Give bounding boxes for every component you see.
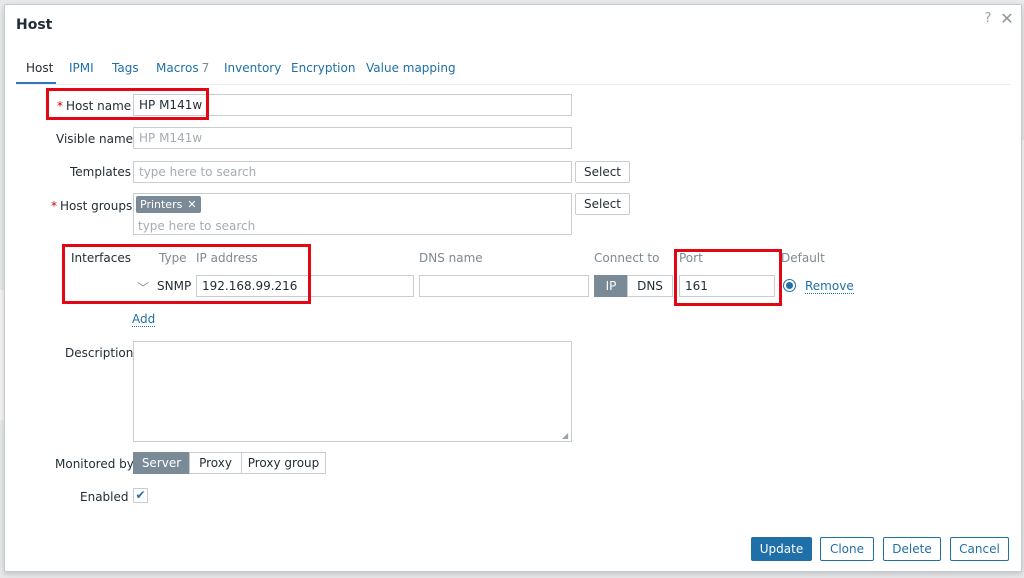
host-group-tag: Printers ✕ bbox=[136, 196, 201, 213]
macros-count: 7 bbox=[201, 61, 210, 75]
delete-button[interactable]: Delete bbox=[883, 537, 941, 561]
enabled-checkbox[interactable]: ✔ bbox=[133, 488, 148, 503]
host-dialog: Host ? ✕ Host IPMI Tags Macros 7 Inventor… bbox=[4, 4, 1022, 572]
default-interface-radio[interactable] bbox=[783, 279, 796, 292]
add-interface-link[interactable]: Add bbox=[132, 312, 156, 327]
tab-macros[interactable]: Macros 7 bbox=[156, 61, 209, 75]
monitored-by-proxy-group[interactable]: Proxy group bbox=[241, 452, 326, 474]
description-textarea[interactable] bbox=[133, 341, 572, 442]
highlight-interfaces bbox=[62, 244, 311, 304]
monitored-by-server[interactable]: Server bbox=[133, 452, 190, 474]
col-default: Default bbox=[781, 251, 825, 265]
host-groups-label: * Host groups bbox=[51, 199, 133, 213]
tab-host[interactable]: Host bbox=[26, 61, 53, 75]
remove-interface-link[interactable]: Remove bbox=[805, 279, 854, 294]
tab-ipmi[interactable]: IPMI bbox=[69, 61, 94, 75]
cancel-button[interactable]: Cancel bbox=[950, 537, 1009, 561]
tab-tags[interactable]: Tags bbox=[112, 61, 139, 75]
tab-inventory[interactable]: Inventory bbox=[224, 61, 281, 75]
connect-dns-button[interactable]: DNS bbox=[627, 275, 673, 297]
tab-value-mapping[interactable]: Value mapping bbox=[366, 61, 456, 75]
templates-input[interactable]: type here to search bbox=[133, 161, 572, 183]
host-groups-select-button[interactable]: Select bbox=[575, 193, 630, 215]
connect-ip-button[interactable]: IP bbox=[594, 275, 628, 297]
help-icon[interactable]: ? bbox=[981, 11, 995, 26]
highlight-host-name bbox=[46, 88, 209, 120]
description-label: Description bbox=[65, 346, 134, 360]
templates-select-button[interactable]: Select bbox=[575, 161, 630, 183]
visible-name-label: Visible name bbox=[56, 132, 134, 146]
col-connect-to: Connect to bbox=[594, 251, 660, 265]
templates-label: Templates bbox=[70, 165, 132, 179]
tab-encryption[interactable]: Encryption bbox=[291, 61, 355, 75]
dialog-title: Host bbox=[16, 17, 53, 33]
visible-name-input[interactable]: HP M141w bbox=[133, 127, 572, 149]
update-button[interactable]: Update bbox=[751, 537, 812, 561]
dns-name-input[interactable] bbox=[419, 275, 589, 297]
close-icon[interactable]: ✕ bbox=[999, 9, 1015, 28]
host-groups-placeholder: type here to search bbox=[138, 219, 256, 233]
col-dns-name: DNS name bbox=[419, 251, 483, 265]
tag-remove-icon[interactable]: ✕ bbox=[187, 198, 196, 211]
highlight-port bbox=[674, 249, 782, 306]
tabs-divider bbox=[16, 84, 1010, 85]
enabled-label: Enabled bbox=[80, 490, 129, 504]
monitored-by-proxy[interactable]: Proxy bbox=[189, 452, 242, 474]
monitored-by-label: Monitored by bbox=[55, 457, 134, 471]
clone-button[interactable]: Clone bbox=[820, 537, 874, 561]
resize-grip-icon[interactable]: ◢ bbox=[562, 431, 568, 440]
